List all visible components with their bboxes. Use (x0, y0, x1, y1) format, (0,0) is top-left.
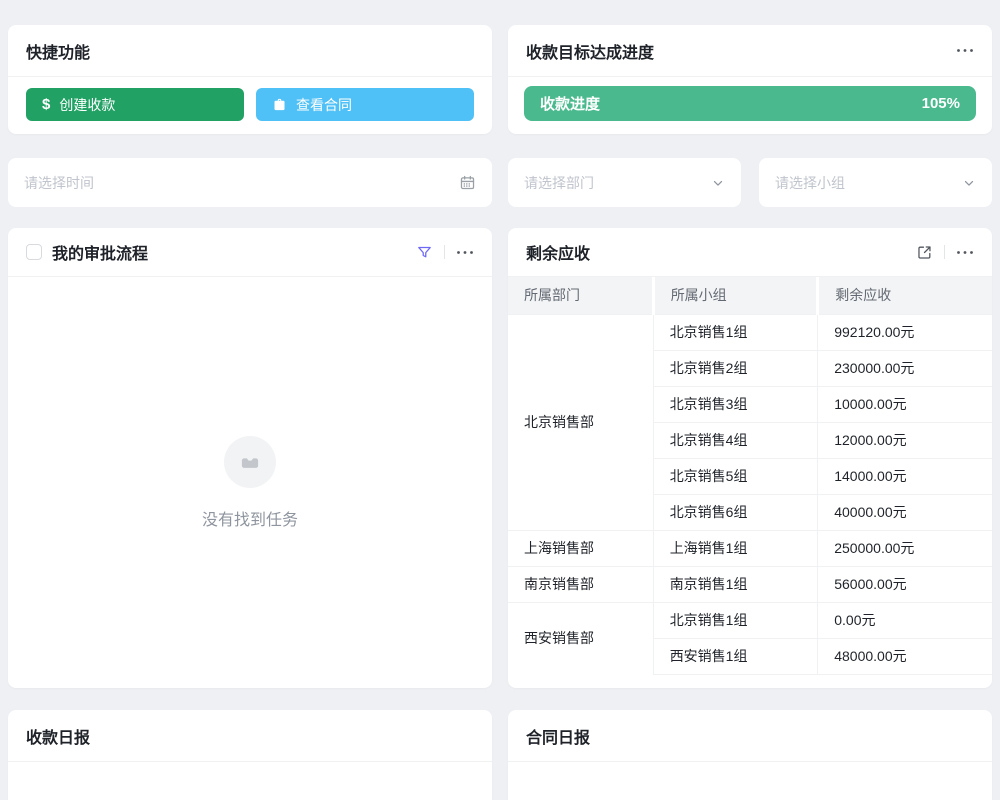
ellipsis-icon[interactable] (456, 250, 474, 255)
group-cell: 南京销售1组 (653, 566, 818, 602)
table-header-row: 所属部门 所属小组 剩余应收 (508, 277, 992, 314)
group-cell: 北京销售4组 (653, 422, 818, 458)
view-contract-label: 查看合同 (296, 95, 352, 115)
table-row: 南京销售部 南京销售1组 56000.00元 (508, 566, 992, 602)
view-contract-button[interactable]: 查看合同 (256, 88, 474, 121)
table-row: 上海销售部 上海销售1组 250000.00元 (508, 530, 992, 566)
quick-actions-header: 快捷功能 (8, 25, 492, 77)
ellipsis-icon[interactable] (956, 250, 974, 255)
chevron-down-icon (711, 176, 725, 190)
group-select-placeholder: 请选择小组 (775, 173, 845, 193)
table-row: 西安销售部 北京销售1组 0.00元 (508, 602, 992, 638)
approval-card: 我的审批流程 没有找到任务 (8, 228, 492, 688)
create-payment-label: 创建收款 (59, 95, 115, 115)
calendar-icon (459, 174, 476, 191)
amount-cell: 230000.00元 (818, 350, 992, 386)
time-select-placeholder: 请选择时间 (24, 173, 94, 193)
receivable-table-wrap: 所属部门 所属小组 剩余应收 北京销售部 北京销售1组 992120.00元 北… (508, 277, 992, 688)
payment-daily-card: 收款日报 (8, 710, 492, 800)
department-select-placeholder: 请选择部门 (524, 173, 594, 193)
approval-empty-state: 没有找到任务 (8, 277, 492, 688)
contract-daily-header: 合同日报 (508, 710, 992, 762)
approval-title: 我的审批流程 (52, 240, 148, 264)
amount-cell: 0.00元 (818, 602, 992, 638)
create-payment-button[interactable]: $ 创建收款 (26, 88, 244, 121)
table-row: 北京销售部 北京销售1组 992120.00元 (508, 314, 992, 350)
group-select[interactable]: 请选择小组 (759, 158, 992, 207)
amount-cell: 14000.00元 (818, 458, 992, 494)
external-link-icon[interactable] (916, 244, 933, 261)
header-divider (444, 245, 445, 259)
time-select[interactable]: 请选择时间 (8, 158, 492, 207)
group-cell: 北京销售3组 (653, 386, 818, 422)
payment-daily-title: 收款日报 (26, 724, 90, 748)
dept-cell: 西安销售部 (508, 602, 653, 674)
group-cell: 西安销售1组 (653, 638, 818, 674)
col-header-group: 所属小组 (653, 277, 818, 314)
quick-actions-title: 快捷功能 (26, 39, 90, 63)
col-header-amount: 剩余应收 (818, 277, 992, 314)
group-cell: 北京销售1组 (653, 314, 818, 350)
amount-cell: 56000.00元 (818, 566, 992, 602)
progress-bar-value: 105% (922, 95, 960, 112)
quick-actions-body: $ 创建收款 查看合同 (8, 77, 492, 121)
amount-cell: 12000.00元 (818, 422, 992, 458)
amount-cell: 40000.00元 (818, 494, 992, 530)
group-cell: 北京销售2组 (653, 350, 818, 386)
payment-daily-header: 收款日报 (8, 710, 492, 762)
approval-header: 我的审批流程 (8, 228, 492, 277)
empty-state-circle (224, 436, 276, 488)
amount-cell: 992120.00元 (818, 314, 992, 350)
approval-empty-text: 没有找到任务 (202, 506, 298, 530)
quick-actions-card: 快捷功能 $ 创建收款 查看合同 (8, 25, 492, 134)
collection-progress-bar: 收款进度 105% (524, 86, 976, 121)
progress-title: 收款目标达成进度 (526, 39, 654, 63)
progress-card: 收款目标达成进度 收款进度 105% (508, 25, 992, 134)
amount-cell: 10000.00元 (818, 386, 992, 422)
select-all-checkbox[interactable] (26, 244, 42, 260)
receivable-table: 所属部门 所属小组 剩余应收 北京销售部 北京销售1组 992120.00元 北… (508, 277, 992, 675)
dept-cell: 南京销售部 (508, 566, 653, 602)
progress-header: 收款目标达成进度 (508, 25, 992, 77)
header-divider (944, 245, 945, 259)
col-header-dept: 所属部门 (508, 277, 653, 314)
dept-cell: 上海销售部 (508, 530, 653, 566)
group-cell: 北京销售1组 (653, 602, 818, 638)
department-select[interactable]: 请选择部门 (508, 158, 741, 207)
dashboard: 快捷功能 $ 创建收款 查看合同 收款目标达成进度 (0, 0, 1000, 800)
contract-daily-card: 合同日报 (508, 710, 992, 800)
inbox-icon (237, 449, 263, 475)
dept-cell: 北京销售部 (508, 314, 653, 530)
amount-cell: 48000.00元 (818, 638, 992, 674)
dollar-icon: $ (42, 96, 50, 113)
amount-cell: 250000.00元 (818, 530, 992, 566)
filter-icon[interactable] (416, 244, 433, 261)
ellipsis-icon[interactable] (956, 48, 974, 53)
receivable-card: 剩余应收 所属部门 所属小组 (508, 228, 992, 688)
receivable-title: 剩余应收 (526, 240, 590, 264)
receivable-header: 剩余应收 (508, 228, 992, 277)
group-cell: 北京销售6组 (653, 494, 818, 530)
group-cell: 上海销售1组 (653, 530, 818, 566)
contract-daily-title: 合同日报 (526, 724, 590, 748)
briefcase-icon (272, 97, 287, 112)
chevron-down-icon (962, 176, 976, 190)
progress-bar-label: 收款进度 (540, 93, 600, 114)
group-cell: 北京销售5组 (653, 458, 818, 494)
